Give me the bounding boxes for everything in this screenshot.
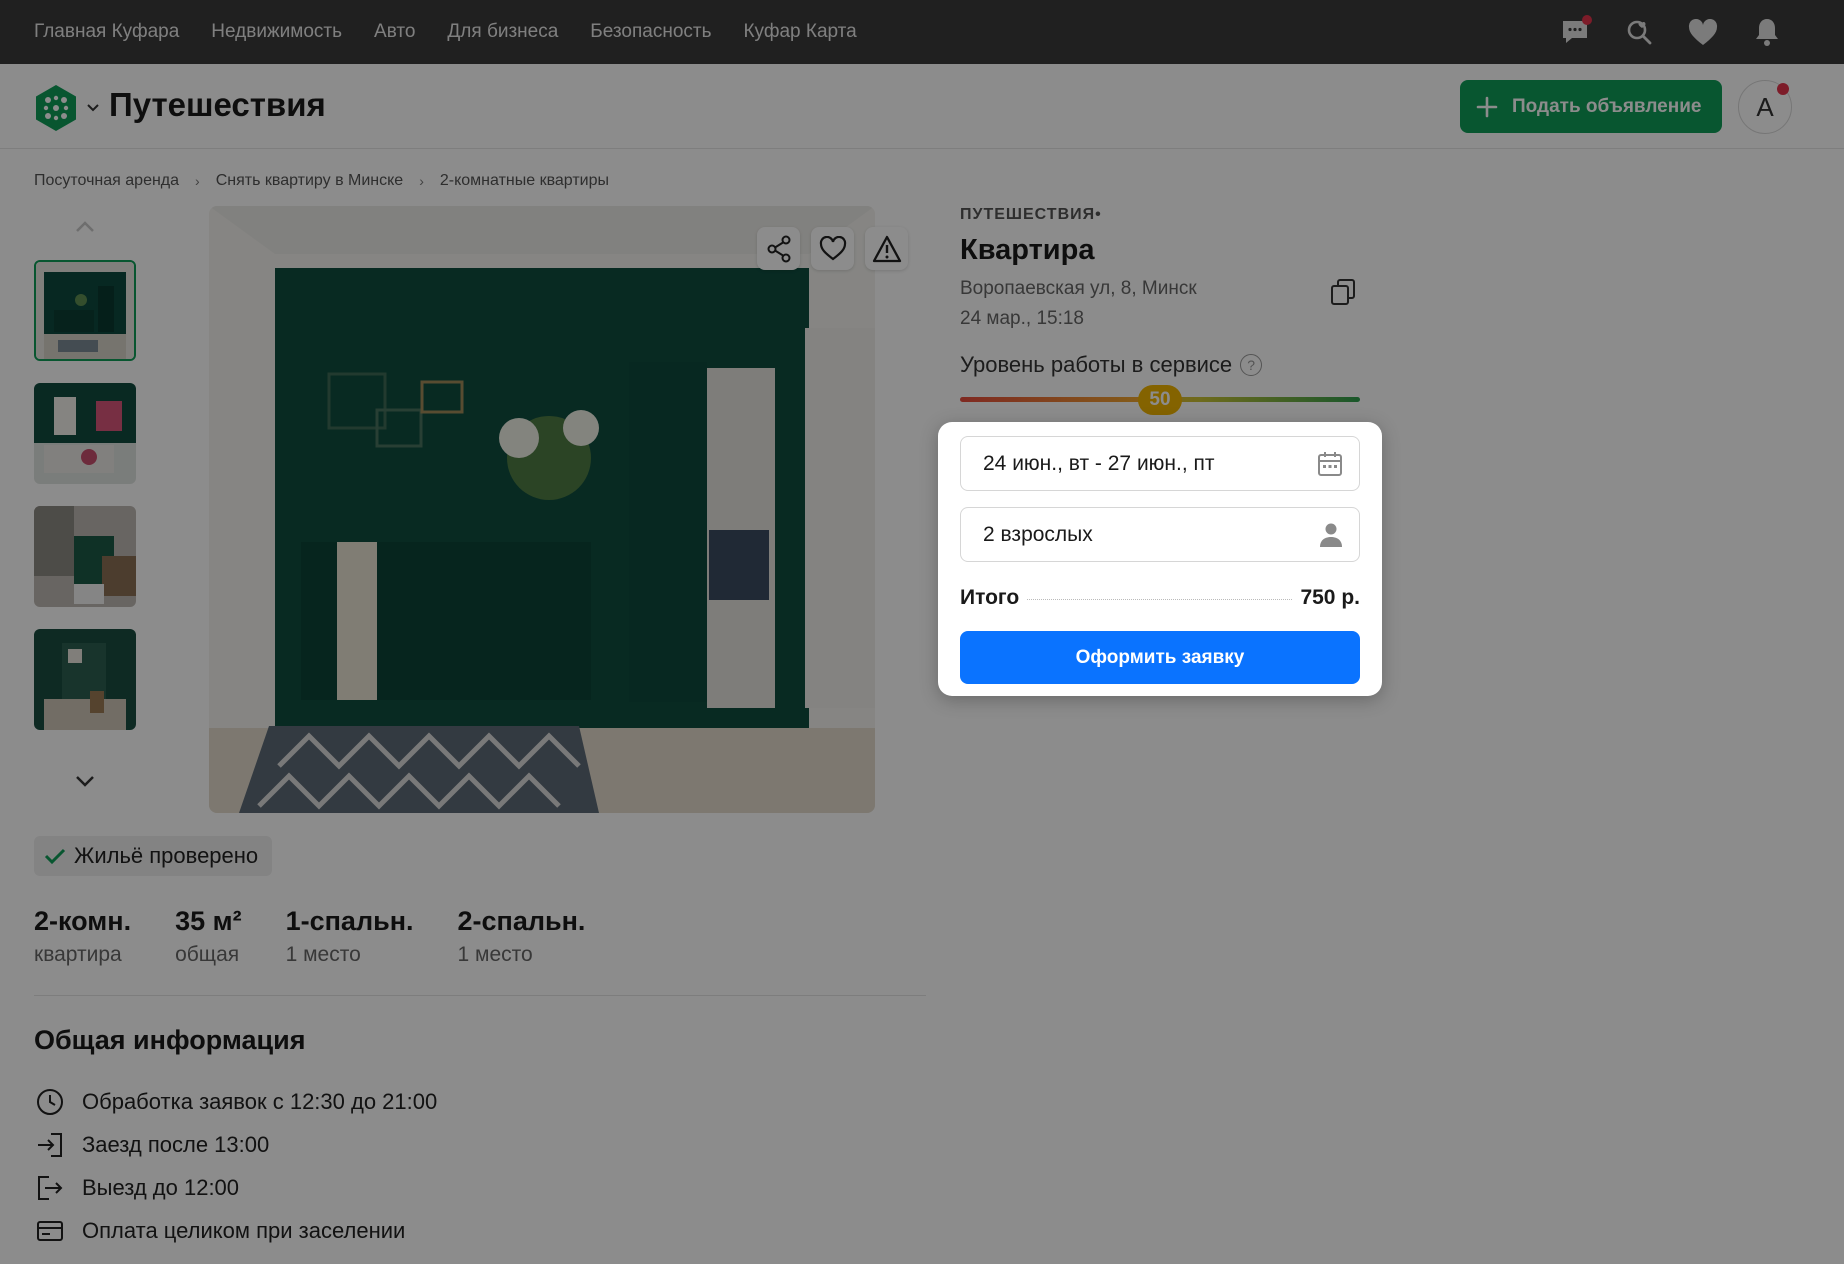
date-range-field[interactable]: 24 июн., вт - 27 июн., пт [960,436,1360,491]
date-range-value: 24 июн., вт - 27 июн., пт [983,451,1215,475]
total-dots [1027,599,1293,600]
total-row: Итого 750 р. [960,586,1360,610]
calendar-icon [1317,450,1343,484]
submit-request-button[interactable]: Оформить заявку [960,631,1360,684]
total-label: Итого [960,586,1020,609]
guests-value: 2 взрослых [983,522,1093,546]
total-value: 750 р. [1300,586,1360,609]
modal-overlay[interactable] [0,0,1844,1264]
booking-card: 24 июн., вт - 27 июн., пт 2 взрослых Ито… [938,422,1382,696]
guests-field[interactable]: 2 взрослых [960,507,1360,562]
person-icon [1319,522,1343,554]
